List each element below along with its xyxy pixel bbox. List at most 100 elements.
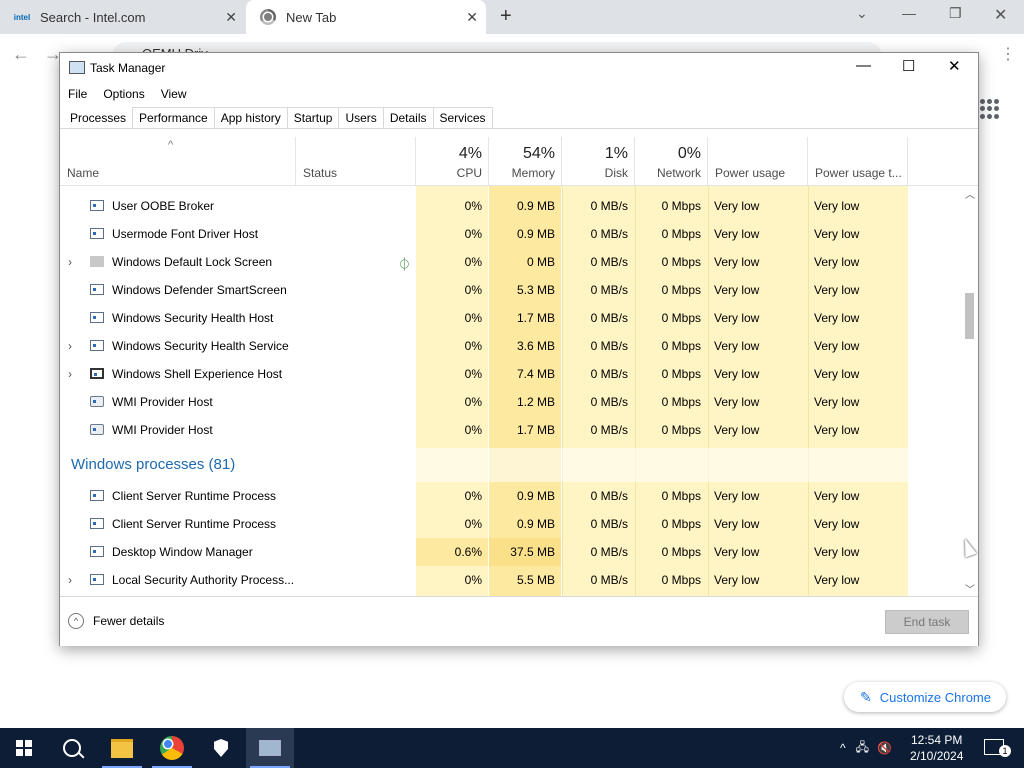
power-value: Very low: [714, 227, 760, 241]
fewer-details-button[interactable]: ^ Fewer details: [68, 613, 164, 629]
memory-value: 7.4 MB: [516, 367, 555, 381]
security-taskbar-button[interactable]: [197, 728, 245, 768]
search-button[interactable]: [48, 728, 96, 768]
menu-icon[interactable]: ⋮: [1000, 44, 1016, 64]
network-value: 0 Mbps: [661, 517, 701, 531]
task-manager-taskbar-button[interactable]: [246, 728, 294, 768]
power-trend-value: Very low: [814, 339, 860, 353]
end-task-button[interactable]: End task: [885, 610, 969, 634]
file-explorer-button[interactable]: [98, 728, 146, 768]
table-row[interactable]: › Windows Default Lock Screen ⏀ 0% 0 MB …: [60, 248, 962, 276]
chrome-tab-new[interactable]: New Tab ✕: [246, 0, 486, 34]
expand-chevron-icon[interactable]: ›: [68, 248, 72, 276]
start-button[interactable]: [0, 728, 48, 768]
process-icon: [90, 490, 104, 501]
cpu-value: 0%: [464, 255, 482, 269]
table-row[interactable]: › Local Security Authority Process... 0%…: [60, 566, 962, 594]
column-header-network[interactable]: 0% Network: [635, 137, 708, 185]
disk-value: 0 MB/s: [590, 423, 628, 437]
table-row[interactable]: User OOBE Broker 0% 0.9 MB 0 MB/s 0 Mbps…: [60, 192, 962, 220]
disk-value: 0 MB/s: [590, 199, 628, 213]
customize-chrome-button[interactable]: ✎ Customize Chrome: [844, 682, 1006, 712]
expand-chevron-icon[interactable]: ›: [68, 360, 72, 388]
memory-total: 54%: [522, 145, 555, 162]
notifications-icon[interactable]: 1: [984, 739, 1011, 757]
cpu-value: 0%: [464, 489, 482, 503]
chrome-taskbar-button[interactable]: [148, 728, 196, 768]
new-tab-icon[interactable]: +: [500, 5, 512, 28]
table-row[interactable]: Usermode Font Driver Host 0% 0.9 MB 0 MB…: [60, 220, 962, 248]
menu-file[interactable]: File: [60, 84, 95, 104]
power-value: Very low: [714, 311, 760, 325]
minimize-icon[interactable]: —: [902, 5, 916, 21]
customize-label: Customize Chrome: [879, 689, 991, 705]
column-header-memory[interactable]: 54% Memory: [489, 137, 562, 185]
cpu-value: 0%: [464, 227, 482, 241]
tab-startup[interactable]: Startup: [286, 107, 340, 129]
close-icon[interactable]: ✕: [948, 57, 961, 75]
tab-services[interactable]: Services: [432, 107, 493, 129]
power-value: Very low: [714, 489, 760, 503]
cpu-value: 0%: [464, 283, 482, 297]
close-tab-icon[interactable]: ✕: [466, 9, 478, 26]
clock[interactable]: 12:54 PM 2/10/2024: [910, 732, 963, 764]
disk-value: 0 MB/s: [590, 395, 628, 409]
tab-search-icon[interactable]: ⌄: [856, 5, 868, 22]
table-row[interactable]: Windows Security Health Host 0% 1.7 MB 0…: [60, 304, 962, 332]
memory-value: 5.5 MB: [516, 573, 555, 587]
table-row[interactable]: Client Server Runtime Process 0% 0.9 MB …: [60, 482, 962, 510]
menu-view[interactable]: View: [153, 84, 195, 104]
power-trend-value: Very low: [814, 573, 860, 587]
chrome-tab-intel[interactable]: intel Search - Intel.com ✕: [0, 0, 245, 34]
column-header-power-trend[interactable]: Power usage t...: [808, 137, 908, 185]
table-row[interactable]: Windows Defender SmartScreen 0% 5.3 MB 0…: [60, 276, 962, 304]
tab-processes[interactable]: Processes: [63, 107, 134, 129]
close-icon[interactable]: ✕: [994, 5, 1007, 25]
column-header-disk[interactable]: 1% Disk: [562, 137, 635, 185]
scroll-up-icon[interactable]: ︿: [965, 186, 975, 201]
header-label: CPU: [456, 166, 482, 180]
tab-users[interactable]: Users: [338, 107, 384, 129]
scroll-thumb[interactable]: [965, 293, 974, 339]
expand-chevron-icon[interactable]: ›: [68, 332, 72, 360]
table-row[interactable]: Client Server Runtime Process 0% 0.9 MB …: [60, 510, 962, 538]
restore-icon[interactable]: ❐: [949, 5, 962, 22]
process-icon: [90, 574, 104, 585]
minimize-icon[interactable]: —: [856, 57, 871, 74]
column-header-power[interactable]: Power usage: [708, 137, 808, 185]
disk-value: 0 MB/s: [590, 573, 628, 587]
group-header-windows-processes[interactable]: Windows processes (81): [60, 448, 962, 482]
folder-icon: [111, 738, 133, 758]
maximize-icon[interactable]: ☐: [902, 57, 915, 75]
table-row[interactable]: WMI Provider Host 0% 1.2 MB 0 MB/s 0 Mbp…: [60, 388, 962, 416]
menu-bar: File Options View: [60, 84, 195, 104]
tab-performance[interactable]: Performance: [132, 107, 215, 129]
pencil-icon: ✎: [860, 688, 872, 705]
power-trend-value: Very low: [814, 255, 860, 269]
table-row[interactable]: Desktop Window Manager 0.6% 37.5 MB 0 MB…: [60, 538, 962, 566]
power-trend-value: Very low: [814, 367, 860, 381]
expand-chevron-icon[interactable]: ›: [68, 566, 72, 594]
back-icon[interactable]: ←: [12, 44, 30, 65]
header-label: Power usage: [715, 166, 786, 180]
network-icon[interactable]: 🖧: [856, 738, 869, 759]
close-tab-icon[interactable]: ✕: [225, 9, 237, 26]
table-row[interactable]: WMI Provider Host 0% 1.7 MB 0 MB/s 0 Mbp…: [60, 416, 962, 444]
column-header-cpu[interactable]: 4% CPU: [416, 137, 489, 185]
menu-options[interactable]: Options: [95, 84, 152, 104]
process-name: WMI Provider Host: [112, 395, 213, 409]
scroll-down-icon[interactable]: ﹀: [965, 581, 975, 596]
column-header-name[interactable]: ^ Name: [60, 137, 296, 185]
title-bar[interactable]: Task Manager — ☐ ✕: [60, 53, 978, 83]
vertical-scrollbar[interactable]: ︿ ﹀: [962, 186, 978, 596]
tab-app-history[interactable]: App history: [213, 107, 288, 129]
apps-grid-icon[interactable]: [980, 99, 1000, 119]
process-name: User OOBE Broker: [112, 199, 215, 213]
volume-muted-icon[interactable]: 🔇: [877, 741, 892, 755]
tab-details[interactable]: Details: [382, 107, 434, 129]
network-value: 0 Mbps: [661, 199, 701, 213]
table-row[interactable]: › Windows Shell Experience Host 0% 7.4 M…: [60, 360, 962, 388]
table-row[interactable]: › Windows Security Health Service 0% 3.6…: [60, 332, 962, 360]
show-hidden-icons-icon[interactable]: ^: [840, 741, 846, 755]
column-header-status[interactable]: Status: [296, 137, 416, 185]
